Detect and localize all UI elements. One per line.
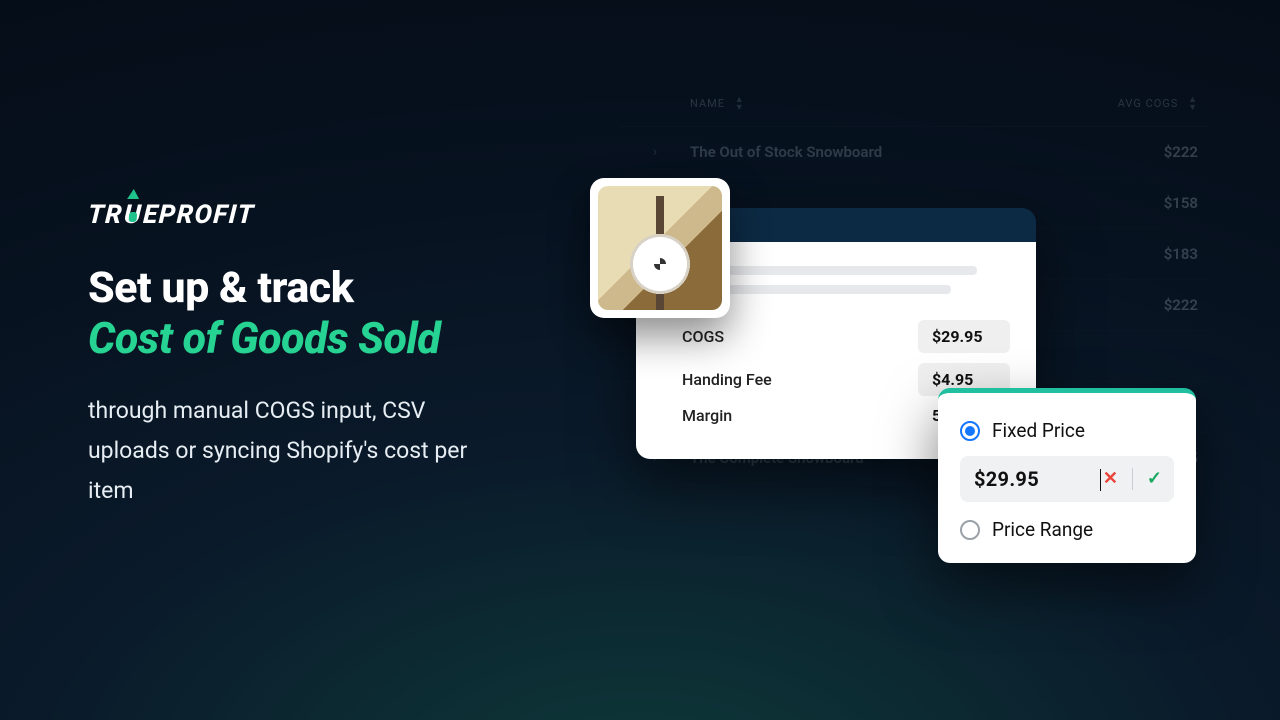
divider bbox=[1132, 468, 1133, 490]
cogs-input[interactable]: $29.95 bbox=[918, 320, 1010, 353]
cancel-icon[interactable]: ✕ bbox=[1099, 466, 1122, 492]
detail-label: Margin bbox=[682, 406, 732, 425]
table-header: NAME ▲▼ AVG COGS ▲▼ bbox=[620, 86, 1210, 127]
detail-label: COGS bbox=[682, 327, 724, 346]
brand-logo: TR U EPROFIT bbox=[87, 200, 549, 230]
radio-label: Fixed Price bbox=[992, 419, 1085, 442]
col-avg-cogs[interactable]: AVG COGS bbox=[1118, 97, 1179, 110]
product-price: $183 bbox=[1100, 245, 1210, 263]
watch-image bbox=[598, 186, 722, 310]
logo-letter-u: U bbox=[123, 200, 143, 230]
product-price: $222 bbox=[1100, 143, 1210, 161]
sort-icon[interactable]: ▲▼ bbox=[1188, 96, 1198, 112]
headline-accent: Cost of Goods Sold bbox=[88, 315, 548, 364]
arrow-up-icon bbox=[127, 189, 140, 199]
radio-fixed-price[interactable]: Fixed Price bbox=[960, 419, 1174, 442]
radio-icon[interactable] bbox=[960, 421, 980, 441]
fixed-price-input[interactable]: $29.95 ✕ ✓ bbox=[960, 456, 1174, 502]
product-thumbnail bbox=[590, 178, 730, 318]
subcopy: through manual COGS input, CSV uploads o… bbox=[88, 391, 508, 512]
logo-text-pre: TR bbox=[87, 200, 124, 230]
price-mode-popover: Fixed Price $29.95 ✕ ✓ Price Range bbox=[938, 388, 1196, 563]
product-price: $222 bbox=[1100, 296, 1210, 314]
confirm-icon[interactable]: ✓ bbox=[1143, 466, 1166, 492]
sort-icon[interactable]: ▲▼ bbox=[735, 96, 745, 112]
price-value[interactable]: $29.95 bbox=[974, 467, 1099, 491]
radio-icon[interactable] bbox=[960, 520, 980, 540]
table-row[interactable]: › The Out of Stock Snowboard $222 bbox=[620, 127, 1210, 178]
headline-line-1: Set up & track bbox=[88, 263, 353, 313]
radio-label: Price Range bbox=[992, 518, 1093, 541]
product-price: $158 bbox=[1100, 194, 1210, 212]
chevron-right-icon[interactable]: › bbox=[620, 144, 690, 160]
col-name[interactable]: NAME bbox=[690, 97, 725, 110]
radio-price-range[interactable]: Price Range bbox=[960, 518, 1174, 541]
logo-dot-icon bbox=[128, 212, 137, 222]
headline: Set up & track Cost of Goods Sold bbox=[88, 264, 548, 365]
detail-label: Handing Fee bbox=[682, 370, 772, 389]
detail-row-cogs: COGS $29.95 bbox=[682, 320, 1010, 353]
logo-text-post: EPROFIT bbox=[142, 200, 256, 230]
product-name: The Out of Stock Snowboard bbox=[690, 143, 1100, 161]
